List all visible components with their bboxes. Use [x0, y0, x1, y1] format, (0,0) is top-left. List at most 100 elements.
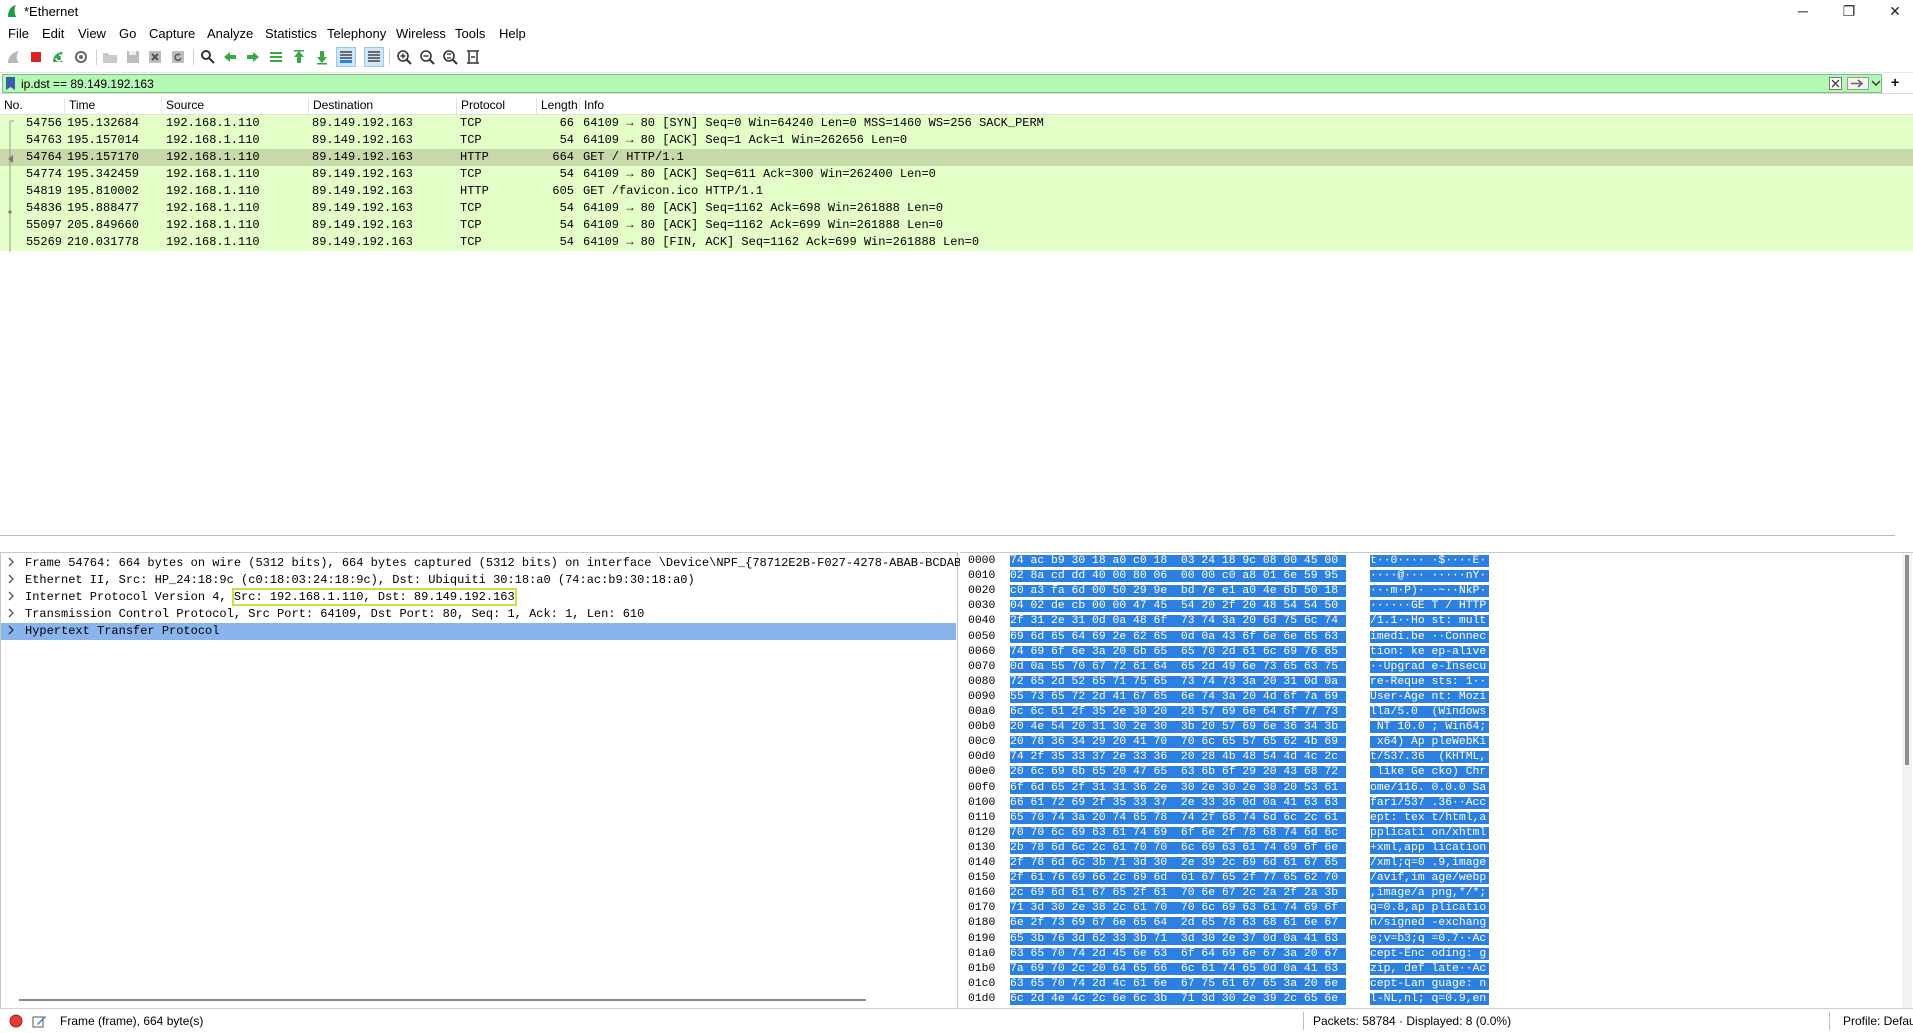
ascii-bytes[interactable]: re-Reque sts: 1·· — [1370, 675, 1489, 688]
menu-capture[interactable]: Capture — [149, 26, 195, 41]
go-forward-icon[interactable] — [244, 48, 262, 66]
packet-row[interactable]: 54774 195.342459 192.168.1.110 89.149.19… — [0, 166, 1913, 183]
open-file-icon[interactable] — [101, 48, 119, 66]
menu-tools[interactable]: Tools — [455, 26, 485, 41]
hex-bytes[interactable]: 72 65 2d 52 65 71 75 65 73 74 73 3a 20 3… — [1010, 675, 1346, 688]
details-horizontal-scrollbar[interactable] — [19, 999, 866, 1001]
ascii-bytes[interactable]: ····@··· ·····nY· — [1370, 570, 1489, 583]
capture-options-icon[interactable] — [72, 48, 90, 66]
save-file-icon[interactable] — [124, 48, 142, 66]
zoom-out-icon[interactable] — [418, 48, 436, 66]
edit-comment-icon[interactable] — [32, 1014, 47, 1028]
hex-bytes[interactable]: 02 8a cd dd 40 00 80 06 00 00 c0 a8 01 6… — [1010, 570, 1346, 583]
ascii-bytes[interactable]: cept-Enc oding: g — [1370, 947, 1489, 960]
hex-bytes[interactable]: 63 65 70 74 2d 45 6e 63 6f 64 69 6e 67 3… — [1010, 947, 1346, 960]
expand-arrow-icon[interactable] — [7, 625, 15, 635]
ascii-bytes[interactable]: /xml;q=0 .9,image — [1370, 857, 1489, 869]
hex-bytes[interactable]: 2f 31 2e 31 0d 0a 48 6f 73 74 3a 20 6d 7… — [1010, 615, 1346, 628]
ascii-bytes[interactable]: l-NL,nl; q=0.9,en — [1370, 992, 1489, 1005]
column-header-protocol[interactable]: Protocol — [456, 98, 505, 114]
packet-row[interactable]: 55269 210.031778 192.168.1.110 89.149.19… — [0, 234, 1913, 251]
hex-bytes[interactable]: 6e 2f 73 69 67 6e 65 64 2d 65 78 63 68 6… — [1010, 917, 1346, 930]
go-last-icon[interactable] — [313, 48, 331, 66]
ascii-bytes[interactable]: ept: tex t/html,a — [1370, 811, 1489, 824]
hex-bytes[interactable]: 66 61 72 69 2f 35 33 37 2e 33 36 0d 0a 4… — [1010, 796, 1346, 809]
packet-row-selected[interactable]: 54764 195.157170 192.168.1.110 89.149.19… — [0, 149, 1913, 166]
ascii-bytes[interactable]: ··Upgrad e-Insecu — [1370, 660, 1489, 673]
ascii-bytes[interactable]: /1.1··Ho st: mult — [1370, 615, 1489, 628]
ascii-bytes[interactable]: User-Age nt: Mozi — [1370, 690, 1489, 703]
add-filter-button-plus-icon[interactable]: + — [1891, 75, 1899, 89]
close-window-button[interactable]: ✕ — [1872, 0, 1913, 24]
hex-bytes[interactable]: 74 2f 35 33 37 2e 33 36 20 28 4b 48 54 4… — [1010, 751, 1346, 764]
colorize-icon[interactable] — [364, 47, 384, 67]
hex-bytes[interactable]: 69 6d 65 64 69 2e 62 65 0d 0a 43 6f 6e 6… — [1010, 630, 1346, 643]
hex-bytes[interactable]: 65 3b 76 3d 62 33 3b 71 3d 30 2e 37 0d 0… — [1010, 932, 1346, 945]
column-header-length[interactable]: Length — [536, 98, 578, 114]
display-filter-input[interactable] — [21, 75, 1801, 92]
packet-row[interactable]: 54763 195.157014 192.168.1.110 89.149.19… — [0, 132, 1913, 149]
menu-telephony[interactable]: Telephony — [327, 26, 386, 41]
zoom-in-icon[interactable] — [395, 48, 413, 66]
ascii-bytes[interactable]: q=0.8,ap plicatio — [1370, 902, 1489, 915]
ascii-bytes[interactable]: ome/116. 0.0.0 Sa — [1370, 781, 1489, 794]
minimize-button[interactable]: ─ — [1780, 0, 1826, 24]
hex-bytes[interactable]: 20 6c 69 6b 65 20 47 65 63 6b 6f 29 20 4… — [1010, 766, 1346, 779]
hex-bytes[interactable]: 20 78 36 34 29 20 41 70 70 6c 65 57 65 6… — [1010, 736, 1346, 749]
zoom-normal-icon[interactable] — [441, 48, 459, 66]
hex-bytes[interactable]: 74 ac b9 30 18 a0 c0 18 03 24 18 9c 08 0… — [1010, 555, 1346, 567]
ascii-bytes[interactable]: imedi.be ··Connec — [1370, 630, 1489, 643]
ascii-bytes[interactable]: NT 10.0 ; Win64; — [1370, 721, 1489, 734]
column-header-source[interactable]: Source — [161, 98, 204, 114]
go-first-icon[interactable] — [290, 48, 308, 66]
hex-bytes[interactable]: 6c 2d 4e 4c 2c 6e 6c 3b 71 3d 30 2e 39 2… — [1010, 992, 1346, 1005]
expand-arrow-icon[interactable] — [7, 608, 15, 618]
ascii-bytes[interactable]: fari/537 .36··Acc — [1370, 796, 1489, 809]
ascii-bytes[interactable]: ···m·P)· ·~··NkP· — [1370, 585, 1489, 598]
clear-filter-icon[interactable] — [1829, 77, 1842, 90]
hex-bytes[interactable]: 6c 6c 61 2f 35 2e 30 20 28 57 69 6e 64 6… — [1010, 706, 1346, 718]
hex-bytes[interactable]: 2c 69 6d 61 67 65 2f 61 70 6e 67 2c 2a 2… — [1010, 887, 1346, 900]
close-file-icon[interactable] — [146, 48, 164, 66]
hex-bytes[interactable]: 7a 69 70 2c 20 64 65 66 6c 61 74 65 0d 0… — [1010, 962, 1346, 975]
find-packet-icon[interactable] — [199, 48, 217, 66]
hex-bytes[interactable]: 70 70 6c 69 63 61 74 69 6f 6e 2f 78 68 7… — [1010, 826, 1346, 839]
hex-bytes[interactable]: 63 65 70 74 2d 4c 61 6e 67 75 61 67 65 3… — [1010, 977, 1346, 990]
status-profile[interactable]: Profile: Default — [1843, 1014, 1913, 1028]
go-back-icon[interactable] — [221, 48, 239, 66]
filter-history-dropdown-icon[interactable] — [1871, 78, 1881, 88]
hex-bytes[interactable]: 20 4e 54 20 31 30 2e 30 3b 20 57 69 6e 3… — [1010, 721, 1346, 734]
ascii-bytes[interactable]: cept-Lan guage: n — [1370, 977, 1489, 990]
hex-bytes[interactable]: 74 69 6f 6e 3a 20 6b 65 65 70 2d 61 6c 6… — [1010, 645, 1346, 658]
hex-bytes[interactable]: 2f 78 6d 6c 3b 71 3d 30 2e 39 2c 69 6d 6… — [1010, 857, 1346, 869]
menu-statistics[interactable]: Statistics — [265, 26, 317, 41]
go-to-packet-icon[interactable] — [267, 48, 285, 66]
ascii-bytes[interactable]: n/signed -exchang — [1370, 917, 1489, 930]
packet-row[interactable]: 55097 205.849660 192.168.1.110 89.149.19… — [0, 217, 1913, 234]
hex-bytes[interactable]: 55 73 65 72 2d 41 67 65 6e 74 3a 20 4d 6… — [1010, 690, 1346, 703]
hex-bytes[interactable]: c0 a3 fa 6d 00 50 29 9e bd 7e e1 a0 4e 6… — [1010, 585, 1346, 598]
expand-arrow-icon[interactable] — [7, 557, 15, 567]
bytes-vertical-scrollbar[interactable] — [1902, 553, 1912, 1008]
ascii-bytes[interactable]: zip, def late··Ac — [1370, 962, 1489, 975]
menu-edit[interactable]: Edit — [42, 26, 64, 41]
scrollbar-thumb[interactable] — [1905, 555, 1909, 765]
ascii-bytes[interactable]: +xml,app lication — [1370, 841, 1489, 854]
hex-bytes[interactable]: 71 3d 30 2e 38 2c 61 70 70 6c 69 63 61 7… — [1010, 902, 1346, 915]
apply-filter-arrow-icon[interactable] — [1847, 77, 1869, 90]
ascii-bytes[interactable]: like Ge cko) Chr — [1370, 766, 1489, 779]
ascii-bytes[interactable]: /avif,im age/webp — [1370, 872, 1489, 885]
menu-file[interactable]: File — [8, 26, 29, 41]
column-header-time[interactable]: Time — [64, 98, 95, 114]
detail-row-ethernet[interactable]: Ethernet II, Src: HP_24:18:9c (c0:18:03:… — [1, 572, 956, 589]
expand-arrow-icon[interactable] — [7, 574, 15, 584]
ascii-bytes[interactable]: tion: ke ep-alive — [1370, 645, 1489, 658]
packet-row[interactable]: 54756 195.132684 192.168.1.110 89.149.19… — [0, 115, 1913, 132]
bookmark-icon[interactable] — [6, 77, 15, 90]
ascii-bytes[interactable]: ,image/a png,*/*; — [1370, 887, 1489, 900]
stop-capture-icon[interactable] — [27, 48, 45, 66]
menu-analyze[interactable]: Analyze — [207, 26, 253, 41]
detail-row-tcp[interactable]: Transmission Control Protocol, Src Port:… — [1, 606, 956, 623]
column-header-info[interactable]: Info — [579, 98, 604, 114]
ascii-bytes[interactable]: lla/5.0 (Windows — [1370, 706, 1489, 718]
